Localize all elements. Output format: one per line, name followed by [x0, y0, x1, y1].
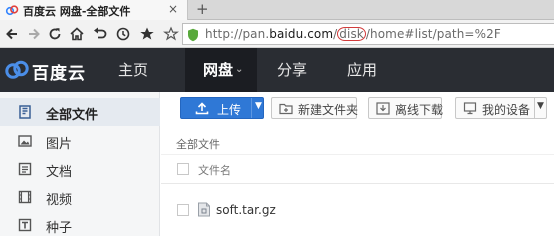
browser-tab[interactable]: 百度云 网盘-全部文件 × [0, 0, 188, 20]
sidebar-item-label: 视频 [46, 193, 73, 208]
url-path: /home#list/path=%2F [365, 27, 501, 41]
sidebar-item-torrents[interactable]: 种子 [0, 211, 160, 239]
browser-toolbar: http://pan.baidu.com/disk/home#list/path… [0, 20, 554, 48]
url-host: baidu.com [269, 27, 334, 41]
baidu-cloud-favicon-icon [5, 5, 19, 16]
torrent-icon [18, 218, 32, 232]
address-bar[interactable]: http://pan.baidu.com/disk/home#list/path… [182, 23, 554, 45]
new-folder-label: 新建文件夹 [298, 103, 359, 117]
sidebar-item-label: 文档 [46, 165, 73, 180]
archive-file-icon [198, 202, 210, 217]
sidebar-item-label: 种子 [46, 221, 73, 236]
forward-icon[interactable] [26, 26, 42, 42]
nav-share[interactable]: 分享 [277, 48, 317, 92]
url-scheme: http://pan. [205, 27, 270, 41]
url-text[interactable]: http://pan.baidu.com/disk/home#list/path… [205, 27, 501, 41]
sidebar-item-images[interactable]: 图片 [0, 127, 160, 155]
browser-tab-strip: 百度云 网盘-全部文件 × + [0, 0, 554, 20]
back-icon[interactable] [4, 26, 20, 42]
security-shield-icon [188, 28, 198, 42]
url-star-icon[interactable] [163, 26, 179, 42]
bookmark-star-icon[interactable] [139, 26, 155, 42]
offline-download-label: 离线下载 [395, 103, 444, 117]
upload-button[interactable]: 上传 ▼ [180, 97, 264, 119]
sidebar-item-videos[interactable]: 视频 [0, 183, 160, 211]
nav-netdisk[interactable]: 网盘 ⌄ [185, 48, 257, 92]
upload-split-divider [251, 98, 252, 118]
new-tab-button[interactable]: + [196, 0, 209, 18]
upload-icon [195, 102, 209, 115]
column-header-filename[interactable]: 文件名 [198, 162, 231, 178]
file-list-header: 文件名 [161, 154, 554, 184]
undo-icon[interactable] [92, 26, 108, 42]
sidebar-item-all-files[interactable]: 全部文件 [0, 98, 160, 126]
table-row[interactable]: soft.tar.gz [161, 194, 554, 226]
my-devices-label: 我的设备 [482, 103, 531, 117]
tab-title: 百度云 网盘-全部文件 [23, 5, 131, 18]
file-name[interactable]: soft.tar.gz [216, 203, 276, 217]
my-devices-button[interactable]: 我的设备 ▼ [455, 97, 547, 119]
offline-download-icon [376, 102, 390, 115]
file-toolbar: 上传 ▼ 新建文件夹 离线下载 我的设备 ▼ [161, 92, 554, 127]
history-icon[interactable] [115, 26, 131, 42]
home-icon[interactable] [69, 26, 85, 42]
device-icon [463, 102, 477, 115]
sidebar: 全部文件 图片 文档 视频 种子 [0, 92, 160, 236]
row-checkbox[interactable] [177, 204, 189, 216]
document-icon [18, 162, 32, 176]
breadcrumb[interactable]: 全部文件 [176, 136, 220, 152]
select-all-checkbox[interactable] [177, 163, 189, 175]
upload-label: 上传 [217, 103, 242, 117]
main-content: 上传 ▼ 新建文件夹 离线下载 我的设备 ▼ 全部文件 文件名 soft.tar… [161, 92, 554, 236]
logo-text: 百度云 [32, 64, 86, 84]
new-folder-icon [279, 103, 293, 115]
nav-netdisk-label: 网盘 [203, 61, 234, 79]
baidu-cloud-logo-icon [5, 60, 29, 79]
sidebar-item-label: 全部文件 [46, 108, 99, 123]
reload-icon[interactable] [47, 26, 63, 42]
nav-home[interactable]: 主页 [118, 48, 158, 92]
url-highlighted-segment: disk [337, 27, 366, 41]
new-folder-button[interactable]: 新建文件夹 [271, 97, 359, 119]
chevron-down-icon: ⌄ [235, 64, 244, 75]
offline-download-button[interactable]: 离线下载 [368, 97, 444, 119]
video-icon [18, 190, 32, 204]
nav-apps[interactable]: 应用 [347, 48, 387, 92]
upload-dropdown-icon[interactable]: ▼ [255, 101, 262, 111]
app-header: 百度云 主页 网盘 ⌄ 分享 应用 [0, 48, 554, 92]
all-files-icon [19, 105, 31, 119]
image-icon [18, 135, 32, 147]
tab-close-icon[interactable]: × [168, 2, 178, 16]
sidebar-item-documents[interactable]: 文档 [0, 155, 160, 183]
devices-dropdown-icon[interactable]: ▼ [537, 101, 544, 111]
sidebar-item-label: 图片 [46, 137, 73, 152]
devices-split-divider [534, 98, 535, 118]
